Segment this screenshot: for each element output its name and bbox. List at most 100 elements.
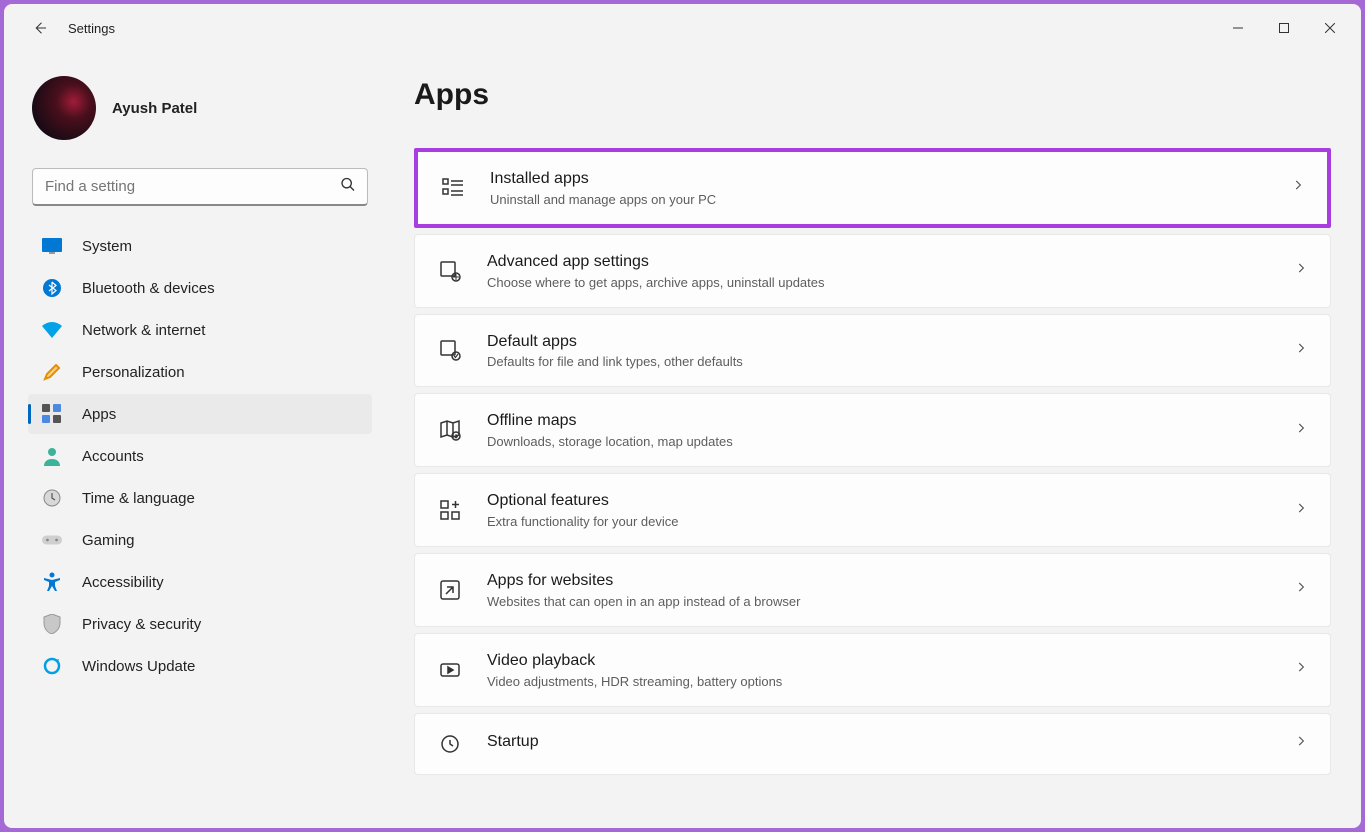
sidebar-item-label: Gaming <box>82 532 135 549</box>
card-text: Default apps Defaults for file and link … <box>487 332 1270 370</box>
sidebar-item-personalization[interactable]: Personalization <box>28 352 372 392</box>
back-button[interactable] <box>28 16 52 40</box>
chevron-right-icon <box>1294 734 1308 753</box>
personalization-icon <box>42 362 62 382</box>
card-subtitle: Video adjustments, HDR streaming, batter… <box>487 674 1270 689</box>
sidebar-item-privacy[interactable]: Privacy & security <box>28 604 372 644</box>
sidebar-item-label: Accessibility <box>82 574 164 591</box>
sidebar-item-label: Network & internet <box>82 322 205 339</box>
card-text: Installed apps Uninstall and manage apps… <box>490 169 1267 207</box>
card-title: Apps for websites <box>487 571 1270 592</box>
card-subtitle: Uninstall and manage apps on your PC <box>490 192 1267 207</box>
titlebar-left: Settings <box>12 16 115 40</box>
window-controls <box>1215 12 1353 44</box>
card-text: Advanced app settings Choose where to ge… <box>487 252 1270 290</box>
card-advanced-app-settings[interactable]: Advanced app settings Choose where to ge… <box>414 234 1331 308</box>
chevron-right-icon <box>1294 501 1308 520</box>
system-icon <box>42 236 62 256</box>
sidebar-item-network[interactable]: Network & internet <box>28 310 372 350</box>
default-apps-icon <box>437 337 463 363</box>
apps-icon <box>42 404 62 424</box>
sidebar-item-windows-update[interactable]: Windows Update <box>28 646 372 686</box>
apps-websites-icon <box>437 577 463 603</box>
settings-window: Settings Ayush Patel <box>4 4 1361 828</box>
sidebar-item-label: Time & language <box>82 490 195 507</box>
card-subtitle: Extra functionality for your device <box>487 514 1270 529</box>
sidebar-item-label: Apps <box>82 406 116 423</box>
card-text: Video playback Video adjustments, HDR st… <box>487 651 1270 689</box>
privacy-icon <box>42 614 62 634</box>
card-text: Optional features Extra functionality fo… <box>487 491 1270 529</box>
sidebar-item-label: Accounts <box>82 448 144 465</box>
card-title: Default apps <box>487 332 1270 353</box>
card-installed-apps[interactable]: Installed apps Uninstall and manage apps… <box>414 148 1331 228</box>
bluetooth-icon <box>42 278 62 298</box>
search-icon <box>340 177 356 198</box>
settings-cards: Installed apps Uninstall and manage apps… <box>414 148 1331 775</box>
offline-maps-icon <box>437 417 463 443</box>
card-video-playback[interactable]: Video playback Video adjustments, HDR st… <box>414 633 1331 707</box>
card-subtitle: Choose where to get apps, archive apps, … <box>487 275 1270 290</box>
chevron-right-icon <box>1294 421 1308 440</box>
card-title: Installed apps <box>490 169 1267 190</box>
minimize-button[interactable] <box>1215 12 1261 44</box>
network-icon <box>42 320 62 340</box>
app-title: Settings <box>68 21 115 36</box>
card-startup[interactable]: Startup <box>414 713 1331 775</box>
sidebar-item-gaming[interactable]: Gaming <box>28 520 372 560</box>
sidebar-item-accessibility[interactable]: Accessibility <box>28 562 372 602</box>
user-name: Ayush Patel <box>112 100 197 117</box>
sidebar-item-bluetooth[interactable]: Bluetooth & devices <box>28 268 372 308</box>
content-area: Ayush Patel System <box>4 52 1361 828</box>
card-title: Offline maps <box>487 411 1270 432</box>
avatar <box>32 76 96 140</box>
sidebar-item-label: Windows Update <box>82 658 195 675</box>
gaming-icon <box>42 530 62 550</box>
update-icon <box>42 656 62 676</box>
card-subtitle: Websites that can open in an app instead… <box>487 594 1270 609</box>
card-title: Advanced app settings <box>487 252 1270 273</box>
time-language-icon <box>42 488 62 508</box>
page-title: Apps <box>414 78 1331 112</box>
card-text: Offline maps Downloads, storage location… <box>487 411 1270 449</box>
startup-icon <box>437 731 463 757</box>
maximize-button[interactable] <box>1261 12 1307 44</box>
card-text: Startup <box>487 732 1270 755</box>
minimize-icon <box>1233 23 1243 33</box>
close-icon <box>1325 23 1335 33</box>
search-container <box>32 168 368 206</box>
card-subtitle: Defaults for file and link types, other … <box>487 354 1270 369</box>
card-title: Video playback <box>487 651 1270 672</box>
search-input[interactable] <box>32 168 368 206</box>
main-panel: Apps Installed apps Uninstall and manage… <box>384 52 1361 828</box>
card-subtitle: Downloads, storage location, map updates <box>487 434 1270 449</box>
sidebar-item-label: System <box>82 238 132 255</box>
accounts-icon <box>42 446 62 466</box>
chevron-right-icon <box>1294 660 1308 679</box>
card-apps-for-websites[interactable]: Apps for websites Websites that can open… <box>414 553 1331 627</box>
user-profile[interactable]: Ayush Patel <box>28 52 372 168</box>
back-arrow-icon <box>31 19 49 37</box>
sidebar: Ayush Patel System <box>4 52 384 828</box>
sidebar-item-time-language[interactable]: Time & language <box>28 478 372 518</box>
card-title: Optional features <box>487 491 1270 512</box>
optional-features-icon <box>437 497 463 523</box>
titlebar: Settings <box>4 4 1361 52</box>
card-offline-maps[interactable]: Offline maps Downloads, storage location… <box>414 393 1331 467</box>
installed-apps-icon <box>440 175 466 201</box>
video-playback-icon <box>437 657 463 683</box>
sidebar-item-label: Bluetooth & devices <box>82 280 215 297</box>
sidebar-item-accounts[interactable]: Accounts <box>28 436 372 476</box>
chevron-right-icon <box>1294 341 1308 360</box>
maximize-icon <box>1279 23 1289 33</box>
card-title: Startup <box>487 732 1270 753</box>
close-button[interactable] <box>1307 12 1353 44</box>
card-optional-features[interactable]: Optional features Extra functionality fo… <box>414 473 1331 547</box>
chevron-right-icon <box>1294 580 1308 599</box>
chevron-right-icon <box>1291 178 1305 197</box>
sidebar-item-system[interactable]: System <box>28 226 372 266</box>
sidebar-item-apps[interactable]: Apps <box>28 394 372 434</box>
card-default-apps[interactable]: Default apps Defaults for file and link … <box>414 314 1331 388</box>
nav-list: System Bluetooth & devices Network & int… <box>28 226 372 686</box>
sidebar-item-label: Privacy & security <box>82 616 201 633</box>
